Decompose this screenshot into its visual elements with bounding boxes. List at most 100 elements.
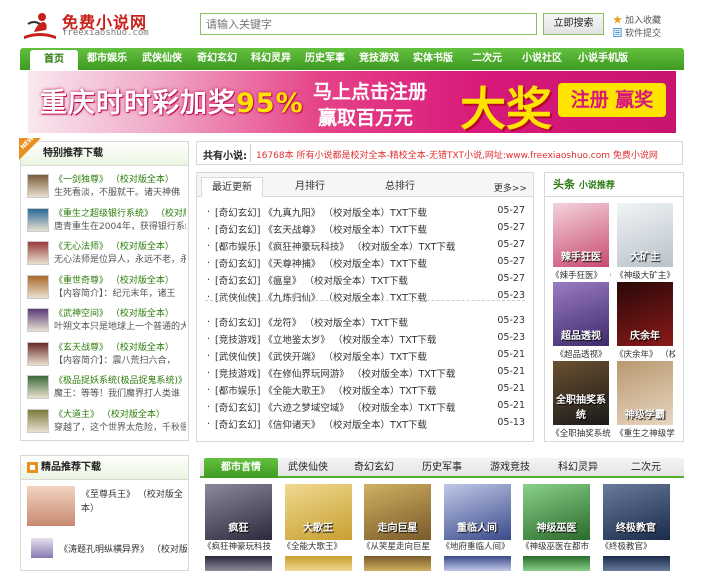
search-button[interactable]: 立即搜索 [543,13,604,35]
book-cover[interactable] [284,556,352,571]
book-cover[interactable]: 神级巫医 [523,484,590,540]
update-book-name[interactable]: 《全能大歌王》 （校对版全本）TXT下载 [263,386,436,397]
book-cover-thumb[interactable] [27,408,49,433]
update-category[interactable]: [都市娱乐] [215,386,260,397]
recommend-item[interactable]: 《重生之超级银行系统》 （校对版 唐青重生在2004年，获得银行系统 [27,206,186,238]
book-cover[interactable]: 终极教官 [602,484,670,540]
update-book-name[interactable]: 《立地鉴太岁》 （校对版全本）TXT下载 [263,335,436,346]
nav-acg[interactable]: 二次元 [462,48,512,70]
book-cover[interactable]: 大矿主 [617,203,673,267]
book-cover-thumb[interactable] [27,174,49,198]
book-cover[interactable] [602,556,670,571]
nav-community[interactable]: 小说社区 [516,48,568,70]
recommend-title[interactable]: 《大道主》 （校对版全本） [54,407,186,420]
update-book-name[interactable]: 《疯狂神豪玩科技》 （校对版全本）TXT下载 [263,242,455,253]
update-row[interactable]: · [奇幻玄幻] 《天尊神捕》 （校对版全本）TXT下载 05-27 [207,256,527,272]
book-cover[interactable] [364,556,431,571]
book-cover-thumb[interactable] [27,241,49,265]
scrolling-notice[interactable]: 16768本 所有小说都是校对全本-精校全本-无错TXT小说,网址:www.fr… [256,148,658,161]
update-category[interactable]: [奇幻玄幻] [215,259,260,270]
cat-tab-history[interactable]: 历史军事 [414,458,470,478]
update-row[interactable]: · [奇幻玄幻] 《龙符》 （校对版全本）TXT下载 05-23 [207,315,527,331]
update-book-name[interactable]: 《天尊神捕》 （校对版全本）TXT下载 [263,259,426,270]
book-cover[interactable] [443,556,511,571]
update-category[interactable]: [都市娱乐] [215,242,260,253]
cover-label[interactable]: 《超品透视》 [551,348,611,360]
more-link[interactable]: 更多>> [494,181,527,194]
update-book-name[interactable]: 《九真九阳》 （校对版全本）TXT下载 [263,208,426,219]
nav-games[interactable]: 竞技游戏 [354,48,404,70]
lottery-ad-banner[interactable]: 重庆时时彩加奖95% 马上点击注册 赢取百万元 大奖 注册 赢奖 [28,71,676,133]
cover-label[interactable]: 《重生之神级学 [615,427,675,439]
book-cover-thumb[interactable] [27,274,49,299]
search-input[interactable] [200,13,537,35]
recommend-title[interactable]: 《重世奇尊》 （校对版全本） [54,273,186,286]
update-row[interactable]: · [都市娱乐] 《疯狂神豪玩科技》 （校对版全本）TXT下载 05-27 [207,239,527,255]
book-label[interactable]: 《全能大歌王》 [283,540,353,552]
book-label[interactable]: 《从笑星走向巨星 [362,540,432,552]
cat-tab-scifi[interactable]: 科幻灵异 [550,458,606,478]
book-cover[interactable]: 庆余年 [617,282,673,346]
update-row-text[interactable]: [武侠仙侠] 《武侠开端》 （校对版全本）TXT下载 [215,349,427,363]
update-book-name[interactable]: 《九炼归仙》 （校对版全本）TXT下载 [263,293,426,304]
update-row[interactable]: · [武侠仙侠] 《武侠开端》 （校对版全本）TXT下载 05-21 [207,349,527,365]
update-row-text[interactable]: [奇幻玄幻] 《九真九阳》 （校对版全本）TXT下载 [215,205,427,219]
recommend-item[interactable]: 《武神空间》 （校对版全本） 叶朔文本只是地球上一个普通的大 [27,306,186,338]
cat-tab-fantasy[interactable]: 奇幻玄幻 [346,458,402,478]
update-row[interactable]: · [竞技游戏] 《立地鉴太岁》 （校对版全本）TXT下载 05-23 [207,332,527,348]
book-label[interactable]: 《终极教官》 [601,540,671,552]
update-category[interactable]: [武侠仙侠] [215,293,260,304]
banner-register-button[interactable]: 注册 赢奖 [558,83,666,117]
recommend-title[interactable]: 《一剑独尊》 （校对版全本） [54,172,186,185]
cat-tab-urban[interactable]: 都市言情 [204,458,278,478]
update-category[interactable]: [奇幻玄幻] [215,318,260,329]
update-book-name[interactable]: 《龙符》 （校对版全本）TXT下载 [263,318,407,329]
cover-label[interactable]: 《庆余年》 （校 [615,348,675,360]
cover-label[interactable]: 《神级大矿主》 [615,269,675,281]
update-category[interactable]: [奇幻玄幻] [215,420,260,431]
recommend-item[interactable]: 《无心法师》 （校对版全本） 无心法师是位异人，永远不老，永 [27,239,186,271]
nav-home[interactable]: 首页 [30,50,78,70]
recommend-title[interactable]: 《极品捉妖系统(极品捉鬼系统)》 [54,373,186,386]
recommend-title[interactable]: 《武神空间》 （校对版全本） [54,306,186,319]
nav-scifi[interactable]: 科幻灵异 [246,48,296,70]
book-cover[interactable]: 疯狂 [205,484,272,540]
recommend-item[interactable]: 《重世奇尊》 （校对版全本） 【内容简介】：纪元末年，诸王 [27,273,185,305]
update-category[interactable]: [竞技游戏] [215,335,260,346]
book-label[interactable]: 《地府重临人间》 [442,540,512,552]
update-row-text[interactable]: [奇幻玄幻] 《瘟皇》 （校对版全本）TXT下载 [215,273,408,287]
book-cover-thumb[interactable] [27,375,49,399]
nav-wuxia[interactable]: 武侠仙侠 [136,48,188,70]
nav-mobile[interactable]: 小说手机版 [570,48,636,70]
update-row[interactable]: · [奇幻玄幻] 《六迹之梦域空域》 （校对版全本）TXT下载 05-21 [207,400,527,416]
book-cover[interactable]: 大歌王 [284,484,352,540]
book-cover[interactable]: 重临人间 [443,484,511,540]
book-cover-thumb[interactable] [31,538,53,558]
tab-recent[interactable]: 最近更新 [201,177,263,197]
update-row-text[interactable]: [都市娱乐] 《全能大歌王》 （校对版全本）TXT下载 [215,383,436,397]
nav-history[interactable]: 历史军事 [300,48,350,70]
update-category[interactable]: [奇幻玄幻] [215,225,260,236]
update-category[interactable]: [奇幻玄幻] [215,276,260,287]
update-category[interactable]: [奇幻玄幻] [215,208,260,219]
recommend-item[interactable]: 《玄天战尊》 （校对版全本） 【内容简介】：震八荒扫六合， [27,340,185,372]
update-row-text[interactable]: [竞技游戏] 《在修仙界玩网游》 （校对版全本）TXT下载 [215,366,455,380]
update-row[interactable]: · [都市娱乐] 《全能大歌王》 （校对版全本）TXT下载 05-21 [207,383,527,399]
book-label[interactable]: 《疯狂神豪玩科技 [203,540,273,552]
update-row-text[interactable]: [武侠仙侠] 《九炼归仙》 （校对版全本）TXT下载 [215,290,427,304]
recommend-title[interactable]: 《无心法师》 （校对版全本） [54,239,186,252]
update-book-name[interactable]: 《瘟皇》 （校对版全本）TXT下载 [263,276,407,287]
update-row-text[interactable]: [奇幻玄幻] 《龙符》 （校对版全本）TXT下载 [215,315,408,329]
book-label[interactable]: 《神级巫医在都市 [521,540,591,552]
recommend-item[interactable]: 《大道主》 （校对版全本） 穿越了，这个世界太危险，千秋很 [27,407,186,439]
update-row[interactable]: · [武侠仙侠] 《九炼归仙》 （校对版全本）TXT下载 05-23 [207,290,527,306]
add-favorite-link[interactable]: 加入收藏 [613,13,693,26]
recommend-title[interactable]: 《重生之超级银行系统》 （校对版 [54,206,186,219]
update-row-text[interactable]: [奇幻玄幻] 《信仰诸天》 （校对版全本）TXT下载 [215,417,427,431]
submit-software-link[interactable]: 软件提交 [613,26,693,39]
cat-tab-wuxia[interactable]: 武侠仙侠 [280,458,336,478]
recommend-item[interactable]: 《极品捉妖系统(极品捉鬼系统)》 魔王：等等！我们魔界打人类谁 [27,373,186,405]
update-book-name[interactable]: 《信仰诸天》 （校对版全本）TXT下载 [263,420,426,431]
update-row-text[interactable]: [奇幻玄幻] 《天尊神捕》 （校对版全本）TXT下载 [215,256,427,270]
book-cover-thumb[interactable] [27,207,49,232]
